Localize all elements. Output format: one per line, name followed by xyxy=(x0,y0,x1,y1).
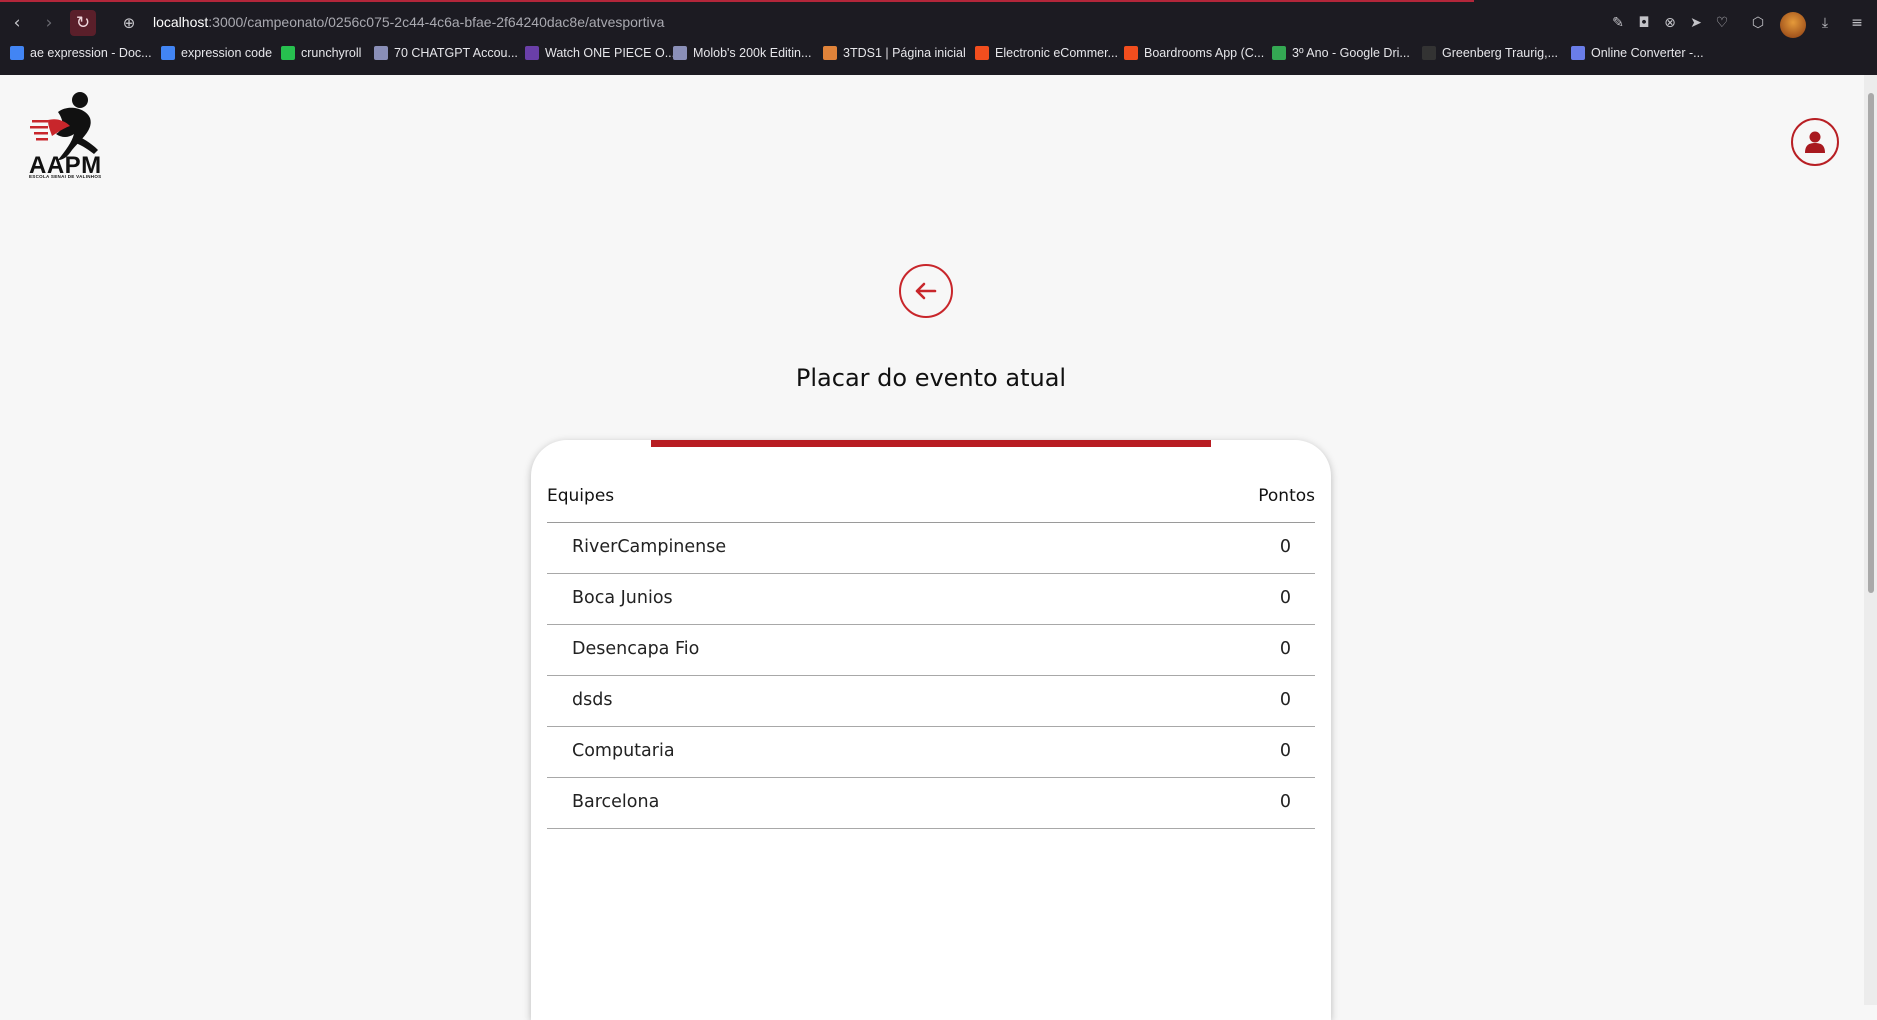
address-bar[interactable]: localhost:3000/campeonato/0256c075-2c44-… xyxy=(153,14,664,30)
table-body: RiverCampinense 0 Boca Junios 0 Desencapa … xyxy=(547,523,1315,829)
bookmark-favicon xyxy=(1124,46,1138,60)
bookmark-favicon xyxy=(975,46,989,60)
arrow-left-icon xyxy=(915,282,937,300)
bookmark-label: Electronic eCommer... xyxy=(995,46,1118,60)
heart-icon[interactable]: ♡ xyxy=(1713,14,1731,32)
close-circle-icon[interactable]: ⊗ xyxy=(1661,14,1679,32)
table-row: RiverCampinense 0 xyxy=(547,523,1315,574)
profile-avatar[interactable] xyxy=(1780,12,1806,38)
bookmark-item[interactable]: 70 CHATGPT Accou... xyxy=(374,46,518,60)
bookmark-item[interactable]: 3TDS1 | Página inicial xyxy=(823,46,966,60)
bookmark-favicon xyxy=(374,46,388,60)
bookmark-label: 3º Ano - Google Dri... xyxy=(1292,46,1410,60)
team-points: 0 xyxy=(1279,588,1291,608)
bookmark-item[interactable]: Watch ONE PIECE O... xyxy=(525,46,675,60)
forward-nav-icon[interactable]: › xyxy=(36,10,62,36)
bookmark-favicon xyxy=(823,46,837,60)
bookmark-label: 70 CHATGPT Accou... xyxy=(394,46,518,60)
bookmark-favicon xyxy=(525,46,539,60)
bookmark-item[interactable]: Electronic eCommer... xyxy=(975,46,1118,60)
tab-indicator xyxy=(0,0,1474,2)
bookmark-item[interactable]: 3º Ano - Google Dri... xyxy=(1272,46,1410,60)
team-name: RiverCampinense xyxy=(572,537,727,557)
bookmark-favicon xyxy=(1422,46,1436,60)
bookmark-item[interactable]: Boardrooms App (C... xyxy=(1124,46,1264,60)
download-icon[interactable]: ⤓ xyxy=(1816,14,1834,32)
bookmark-favicon xyxy=(1272,46,1286,60)
bookmark-item[interactable]: Molob's 200k Editin... xyxy=(673,46,811,60)
bookmark-item[interactable]: crunchyroll xyxy=(281,46,361,60)
team-name: Computaria xyxy=(572,741,675,761)
bookmarks-bar: ae expression - Doc... expression code c… xyxy=(0,43,1877,67)
bookmark-label: Boardrooms App (C... xyxy=(1144,46,1265,60)
url-path: :3000/campeonato/0256c075-2c44-4c6a-bfae… xyxy=(208,14,665,30)
bookmark-favicon xyxy=(281,46,295,60)
send-icon[interactable]: ➤ xyxy=(1687,14,1705,32)
cube-icon[interactable]: ⬡ xyxy=(1749,14,1767,32)
bookmark-item[interactable]: Online Converter -... xyxy=(1571,46,1704,60)
bookmark-item[interactable]: Greenberg Traurig,... xyxy=(1422,46,1558,60)
bookmark-favicon xyxy=(10,46,24,60)
team-points: 0 xyxy=(1279,537,1291,557)
bookmark-label: Online Converter -... xyxy=(1591,46,1704,60)
column-header-points: Pontos xyxy=(1258,486,1315,506)
navigation-bar: ‹ › ↻ ⊕ localhost:3000/campeonato/0256c0… xyxy=(0,4,1877,40)
browser-chrome: ‹ › ↻ ⊕ localhost:3000/campeonato/0256c0… xyxy=(0,0,1877,75)
user-profile-button[interactable] xyxy=(1791,118,1839,166)
site-info-icon[interactable]: ⊕ xyxy=(116,10,142,36)
team-points: 0 xyxy=(1279,792,1291,812)
bookmark-label: Watch ONE PIECE O... xyxy=(545,46,676,60)
bookmark-label: expression code xyxy=(181,46,273,60)
table-row: Desencapa Fio 0 xyxy=(547,625,1315,676)
table-row: Computaria 0 xyxy=(547,727,1315,778)
menu-icon[interactable]: ≡ xyxy=(1848,14,1866,32)
bookmark-label: crunchyroll xyxy=(301,46,362,60)
bookmark-label: 3TDS1 | Página inicial xyxy=(843,46,966,60)
card-accent-bar xyxy=(651,440,1211,447)
reload-icon[interactable]: ↻ xyxy=(70,10,96,36)
team-name: Desencapa Fio xyxy=(572,639,700,659)
team-name: Barcelona xyxy=(572,792,660,812)
bookmark-favicon xyxy=(161,46,175,60)
scrollbar[interactable] xyxy=(1864,75,1877,1005)
scrollbar-thumb[interactable] xyxy=(1868,93,1874,593)
column-header-teams: Equipes xyxy=(547,486,615,506)
bookmark-label: ae expression - Doc... xyxy=(30,46,152,60)
team-points: 0 xyxy=(1279,741,1291,761)
team-name: dsds xyxy=(572,690,613,710)
camera-icon[interactable]: ◘ xyxy=(1635,14,1653,32)
team-points: 0 xyxy=(1279,639,1291,659)
bookmark-favicon xyxy=(673,46,687,60)
bookmark-label: Greenberg Traurig,... xyxy=(1442,46,1559,60)
team-points: 0 xyxy=(1279,690,1291,710)
table-row: Boca Junios 0 xyxy=(547,574,1315,625)
table-row: dsds 0 xyxy=(547,676,1315,727)
logo-subtext: ESCOLA SENAI DE VALINHOS xyxy=(29,174,102,179)
table-header: Equipes Pontos xyxy=(547,486,1315,523)
bookmark-item[interactable]: ae expression - Doc... xyxy=(10,46,152,60)
url-host: localhost xyxy=(153,14,209,30)
bookmark-item[interactable]: expression code xyxy=(161,46,272,60)
page-title: Placar do evento atual xyxy=(795,364,1067,392)
back-nav-icon[interactable]: ‹ xyxy=(4,10,30,36)
team-name: Boca Junios xyxy=(572,588,673,608)
table-row: Barcelona 0 xyxy=(547,778,1315,829)
bookmark-favicon xyxy=(1571,46,1585,60)
back-button[interactable] xyxy=(899,264,953,318)
bookmark-label: Molob's 200k Editin... xyxy=(693,46,812,60)
scoreboard-card: Equipes Pontos RiverCampinense 0 Boca Jun… xyxy=(531,440,1331,1020)
edit-icon[interactable]: ✎ xyxy=(1609,14,1627,32)
user-icon xyxy=(1805,131,1825,153)
